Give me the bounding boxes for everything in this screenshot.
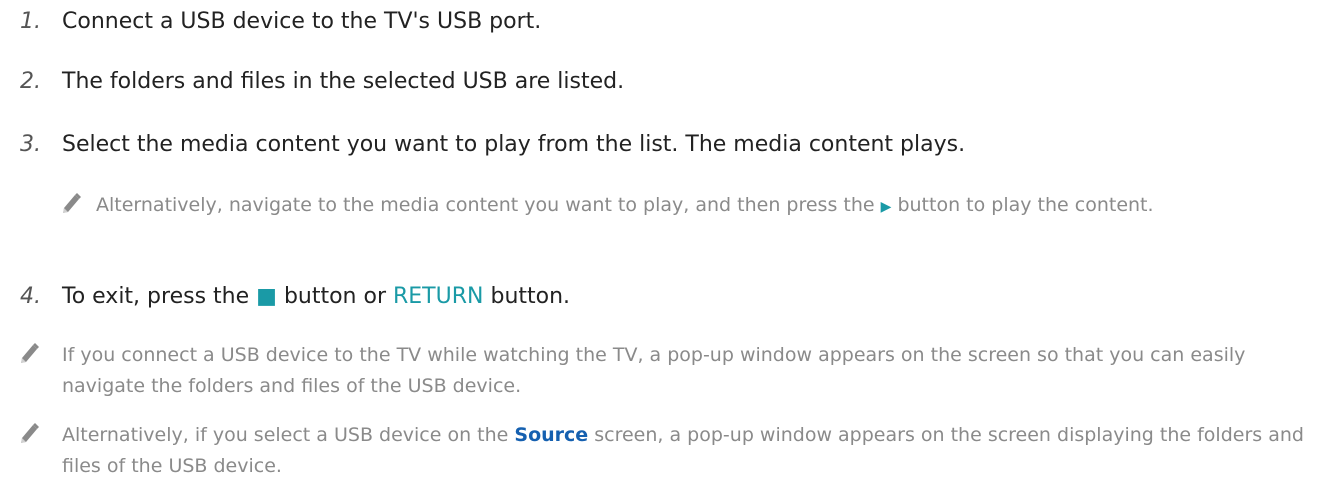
step-3-note: Alternatively, navigate to the media con… — [60, 190, 1330, 260]
step-number: 4. — [20, 284, 41, 309]
step-text-mid: button or — [283, 284, 386, 309]
note-text: Alternatively, if you select a USB devic… — [62, 420, 1333, 482]
step-number: 2. — [20, 69, 41, 94]
stop-icon: ■ — [256, 284, 277, 309]
note-text-after: button to play the content. — [897, 194, 1154, 216]
note-text: Alternatively, navigate to the media con… — [96, 190, 1330, 223]
source-screen-label: Source — [514, 424, 589, 446]
step-text-after: button. — [490, 284, 571, 309]
step-text: Connect a USB device to the TV's USB por… — [62, 9, 542, 34]
pencil-note-icon — [18, 340, 40, 364]
step-number: 3. — [20, 132, 41, 157]
note-text-before: Alternatively, navigate to the media con… — [96, 194, 875, 216]
pencil-note-icon — [18, 420, 40, 444]
step-text: The folders and files in the selected US… — [62, 69, 625, 94]
play-icon: ▶ — [880, 199, 892, 215]
note-1: If you connect a USB device to the TV wh… — [18, 340, 1333, 410]
note-text-before: Alternatively, if you select a USB devic… — [62, 424, 509, 446]
step-text: To exit, press the ■ button or RETURN bu… — [62, 283, 570, 311]
step-text: Select the media content you want to pla… — [62, 132, 966, 157]
step-text-before: To exit, press the — [62, 284, 250, 309]
note-text: If you connect a USB device to the TV wh… — [62, 344, 1246, 397]
note-2: Alternatively, if you select a USB devic… — [18, 420, 1333, 490]
pencil-note-icon — [60, 190, 82, 214]
step-number: 1. — [20, 9, 41, 34]
return-button-label: RETURN — [393, 284, 484, 309]
